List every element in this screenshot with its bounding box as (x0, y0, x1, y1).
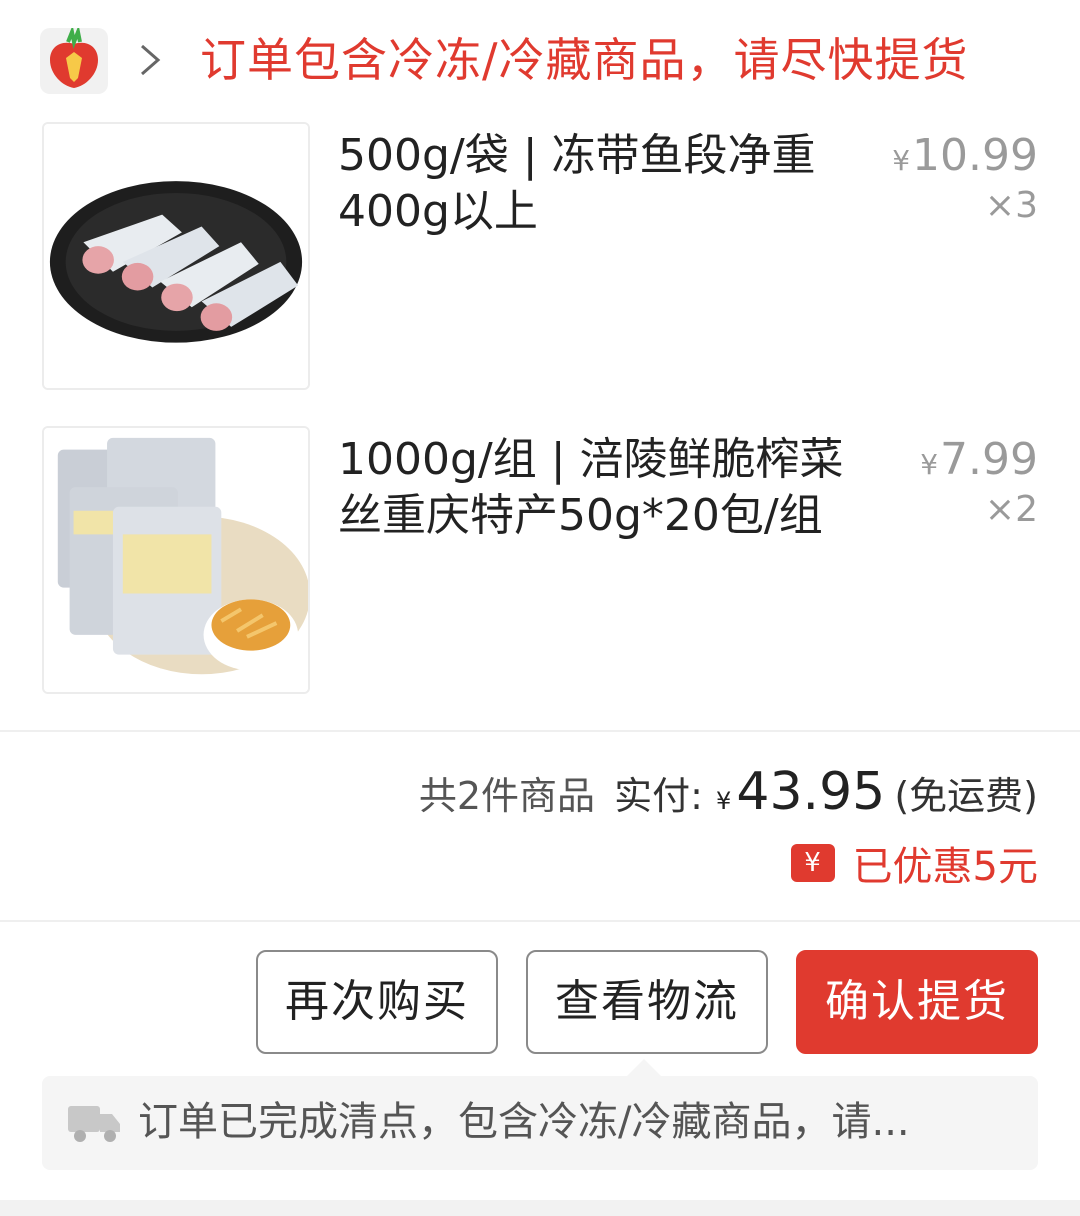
item-price: ¥7.99 (920, 434, 1038, 485)
delivery-truck-icon (68, 1106, 120, 1142)
chevron-right-icon (141, 44, 161, 76)
track-logistics-button[interactable]: 查看物流 (526, 950, 768, 1054)
item-quantity: ×2 (984, 489, 1038, 530)
item-price: ¥10.99 (892, 130, 1038, 181)
discount-info: ¥ 已优惠5元 (790, 834, 1038, 892)
notice-text: 订单已完成清点，包含冷冻/冷藏商品，请... (138, 1099, 910, 1145)
currency-symbol: ¥ (716, 787, 732, 815)
divider (0, 920, 1080, 922)
coupon-icon: ¥ (790, 844, 835, 882)
item-name: 500g/袋 | 冻带鱼段净重400g以上 (338, 130, 816, 237)
frozen-hairtail-fish-image (42, 122, 310, 390)
item-count: 共2件商品 (418, 774, 595, 818)
divider (0, 730, 1080, 732)
discount-text: 已优惠5元 (852, 844, 1038, 890)
order-header[interactable]: 订单包含冷冻/冷藏商品，请尽快提货 (0, 0, 1080, 118)
item-name: 1000g/组 | 涪陵鲜脆榨菜丝重庆特产50g*20包/组 (338, 434, 844, 541)
shipping-note: (免运费) (894, 774, 1038, 818)
item-quantity: ×3 (984, 185, 1038, 226)
confirm-pickup-button[interactable]: 确认提货 (796, 950, 1038, 1054)
order-item[interactable]: 500g/袋 | 冻带鱼段净重400g以上 ¥10.99 ×3 (0, 122, 1080, 394)
notice-pointer (627, 1059, 661, 1093)
order-summary: 共2件商品 实付: ¥ 43.95 (免运费) (419, 762, 1038, 822)
carrot-logo-icon (40, 28, 108, 94)
logistics-notice[interactable]: 订单已完成清点，包含冷冻/冷藏商品，请... (42, 1059, 1038, 1170)
rebuy-button[interactable]: 再次购买 (256, 950, 498, 1054)
paid-label: 实付: (614, 774, 703, 818)
order-item[interactable]: 1000g/组 | 涪陵鲜脆榨菜丝重庆特产50g*20包/组 ¥7.99 ×2 (0, 426, 1080, 698)
paid-amount: 43.95 (736, 762, 886, 822)
cold-chain-warning: 订单包含冷冻/冷藏商品，请尽快提货 (200, 33, 969, 87)
pickled-mustard-image (42, 426, 310, 694)
bottom-strip (0, 1200, 1080, 1216)
